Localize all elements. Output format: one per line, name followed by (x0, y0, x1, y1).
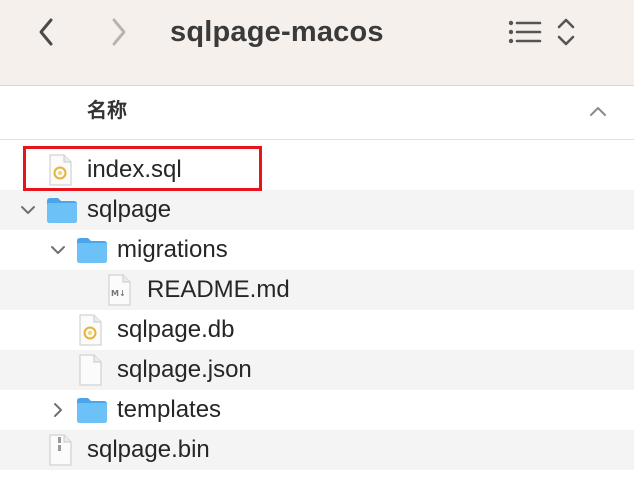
toolbar: sqlpage-macos (0, 0, 634, 86)
list-item[interactable]: migrations (0, 230, 634, 270)
forward-button[interactable] (103, 14, 133, 50)
disclosure-chevron-down-icon[interactable] (18, 200, 38, 220)
file-name-label: index.sql (87, 156, 182, 183)
folder-icon (76, 394, 107, 426)
column-header[interactable]: 名称 (0, 86, 634, 140)
list-view-icon (508, 20, 542, 44)
back-button[interactable] (32, 14, 62, 50)
list-item[interactable]: M↓ README.md (0, 270, 634, 310)
file-name-label: migrations (117, 236, 228, 263)
db-file-icon (76, 314, 104, 346)
file-list: index.sql sqlpage migrations M↓ README.m… (0, 150, 634, 470)
chevron-left-icon (39, 18, 53, 46)
markdown-file-icon: M↓ (106, 274, 134, 306)
folder-icon (46, 194, 77, 226)
list-item[interactable]: index.sql (0, 150, 634, 190)
list-item[interactable]: sqlpage (0, 190, 634, 230)
list-item[interactable]: sqlpage.db (0, 310, 634, 350)
window-title: sqlpage-macos (170, 16, 384, 48)
name-column-header[interactable]: 名称 (87, 86, 127, 136)
chevron-up-icon[interactable] (588, 102, 608, 122)
list-item[interactable]: sqlpage.json (0, 350, 634, 390)
disclosure-chevron-down-icon[interactable] (48, 240, 68, 260)
disclosure-chevron-right-icon[interactable] (48, 400, 68, 420)
file-name-label: templates (117, 396, 222, 423)
binary-file-icon (46, 434, 74, 466)
sql-file-icon (46, 154, 74, 186)
document-icon (76, 354, 104, 386)
view-options-button[interactable] (506, 15, 544, 49)
file-name-label: README.md (147, 276, 290, 303)
list-item[interactable]: templates (0, 390, 634, 430)
file-name-label: sqlpage (87, 196, 172, 223)
list-item[interactable]: sqlpage.bin (0, 430, 634, 470)
svg-text:M↓: M↓ (111, 289, 126, 298)
up-down-chevron-icon (557, 18, 575, 46)
folder-icon (76, 234, 107, 266)
file-name-label: sqlpage.bin (87, 436, 210, 463)
file-name-label: sqlpage.json (117, 356, 252, 383)
file-name-label: sqlpage.db (117, 316, 235, 343)
chevron-right-icon (112, 18, 126, 46)
sort-button[interactable] (555, 15, 577, 49)
